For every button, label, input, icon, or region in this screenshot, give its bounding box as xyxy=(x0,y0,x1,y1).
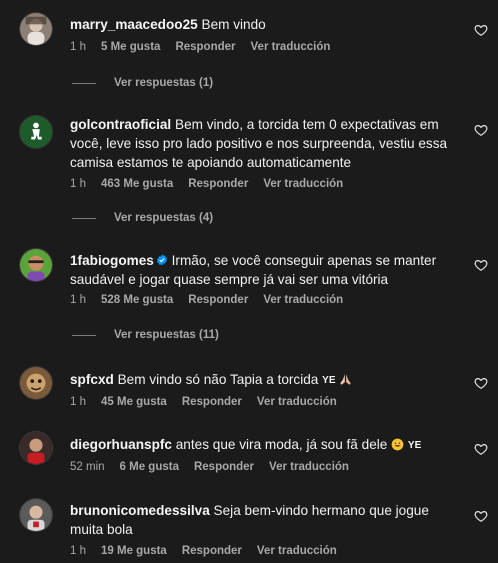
username[interactable]: spfcxd xyxy=(70,372,114,387)
view-replies-button[interactable]: Ver respuestas (4) xyxy=(72,212,213,224)
avatar[interactable] xyxy=(19,366,53,400)
reply-button[interactable]: Responder xyxy=(182,545,242,557)
view-replies-button[interactable]: Ver respuestas (11) xyxy=(72,329,219,341)
avatar[interactable] xyxy=(19,115,53,149)
timestamp: 52 min xyxy=(70,461,105,473)
reply-button[interactable]: Responder xyxy=(194,461,254,473)
verified-badge-icon xyxy=(156,252,168,266)
username[interactable]: brunonicomedessilva xyxy=(70,503,210,518)
comment-body: spfcxd Bem vindo só não Tapia a torcida … xyxy=(70,370,450,390)
reply-button[interactable]: Responder xyxy=(175,41,235,53)
comment-body: brunonicomedessilva Seja bem-vindo herma… xyxy=(70,501,450,539)
translate-button[interactable]: Ver traducción xyxy=(263,178,343,190)
comment-suffix: YE xyxy=(322,375,336,386)
username[interactable]: marry_maacedoo25 xyxy=(70,17,198,32)
comment-text: antes que vira moda, já sou fã dele xyxy=(175,437,388,452)
comments-thread: marry_maacedoo25 Bem vindo 1 h 5 Me gust… xyxy=(0,0,498,563)
comment-body: marry_maacedoo25 Bem vindo xyxy=(70,15,450,34)
comment-meta: 1 h 45 Me gusta Responder Ver traducción xyxy=(70,396,337,408)
avatar[interactable] xyxy=(19,498,53,532)
heart-outline-icon[interactable] xyxy=(474,23,488,37)
view-replies-button[interactable]: Ver respuestas (1) xyxy=(72,77,213,89)
avatar[interactable] xyxy=(19,248,53,282)
translate-button[interactable]: Ver traducción xyxy=(251,41,331,53)
replies-divider xyxy=(72,82,96,84)
heart-outline-icon[interactable] xyxy=(474,123,488,137)
timestamp: 1 h xyxy=(70,294,86,306)
heart-outline-icon[interactable] xyxy=(474,509,488,523)
timestamp: 1 h xyxy=(70,41,86,53)
heart-outline-icon[interactable] xyxy=(474,258,488,272)
translate-button[interactable]: Ver traducción xyxy=(269,461,349,473)
username[interactable]: diegorhuanspfc xyxy=(70,437,172,452)
reply-button[interactable]: Responder xyxy=(188,294,248,306)
comment-meta: 1 h 19 Me gusta Responder Ver traducción xyxy=(70,545,337,557)
translate-button[interactable]: Ver traducción xyxy=(263,294,343,306)
avatar[interactable] xyxy=(19,431,53,465)
comment-text: Bem vindo xyxy=(201,17,266,32)
replies-divider xyxy=(72,334,96,336)
heart-outline-icon[interactable] xyxy=(474,442,488,456)
comment-text: Bem vindo só não Tapia a torcida xyxy=(117,372,319,387)
reply-button[interactable]: Responder xyxy=(182,396,242,408)
comment-meta: 52 min 6 Me gusta Responder Ver traducci… xyxy=(70,461,349,473)
view-replies-label: Ver respuestas (1) xyxy=(114,77,214,89)
view-replies-label: Ver respuestas (4) xyxy=(114,212,214,224)
comment-meta: 1 h 528 Me gusta Responder Ver traducció… xyxy=(70,294,343,306)
timestamp: 1 h xyxy=(70,545,86,557)
timestamp: 1 h xyxy=(70,178,86,190)
likes-count[interactable]: 463 Me gusta xyxy=(101,178,173,190)
username[interactable]: golcontraoficial xyxy=(70,117,171,132)
view-replies-label: Ver respuestas (11) xyxy=(114,329,219,341)
reply-button[interactable]: Responder xyxy=(188,178,248,190)
praying-hands-icon xyxy=(339,372,352,385)
comment-body: diegorhuanspfc antes que vira moda, já s… xyxy=(70,435,450,455)
replies-divider xyxy=(72,217,96,219)
comment-body: 1fabiogomes Irmão, se você conseguir ape… xyxy=(70,251,450,289)
avatar[interactable] xyxy=(19,12,53,46)
likes-count[interactable]: 6 Me gusta xyxy=(120,461,179,473)
likes-count[interactable]: 45 Me gusta xyxy=(101,396,167,408)
comment-meta: 1 h 463 Me gusta Responder Ver traducció… xyxy=(70,178,343,190)
comment-meta: 1 h 5 Me gusta Responder Ver traducción xyxy=(70,41,330,53)
timestamp: 1 h xyxy=(70,396,86,408)
username[interactable]: 1fabiogomes xyxy=(70,253,154,268)
translate-button[interactable]: Ver traducción xyxy=(257,396,337,408)
comment-body: golcontraoficial Bem vindo, a torcida te… xyxy=(70,115,450,172)
likes-count[interactable]: 5 Me gusta xyxy=(101,41,160,53)
translate-button[interactable]: Ver traducción xyxy=(257,545,337,557)
heart-outline-icon[interactable] xyxy=(474,376,488,390)
likes-count[interactable]: 528 Me gusta xyxy=(101,294,173,306)
smiling-face-icon xyxy=(391,437,404,451)
likes-count[interactable]: 19 Me gusta xyxy=(101,545,167,557)
comment-suffix: YE xyxy=(407,440,422,451)
